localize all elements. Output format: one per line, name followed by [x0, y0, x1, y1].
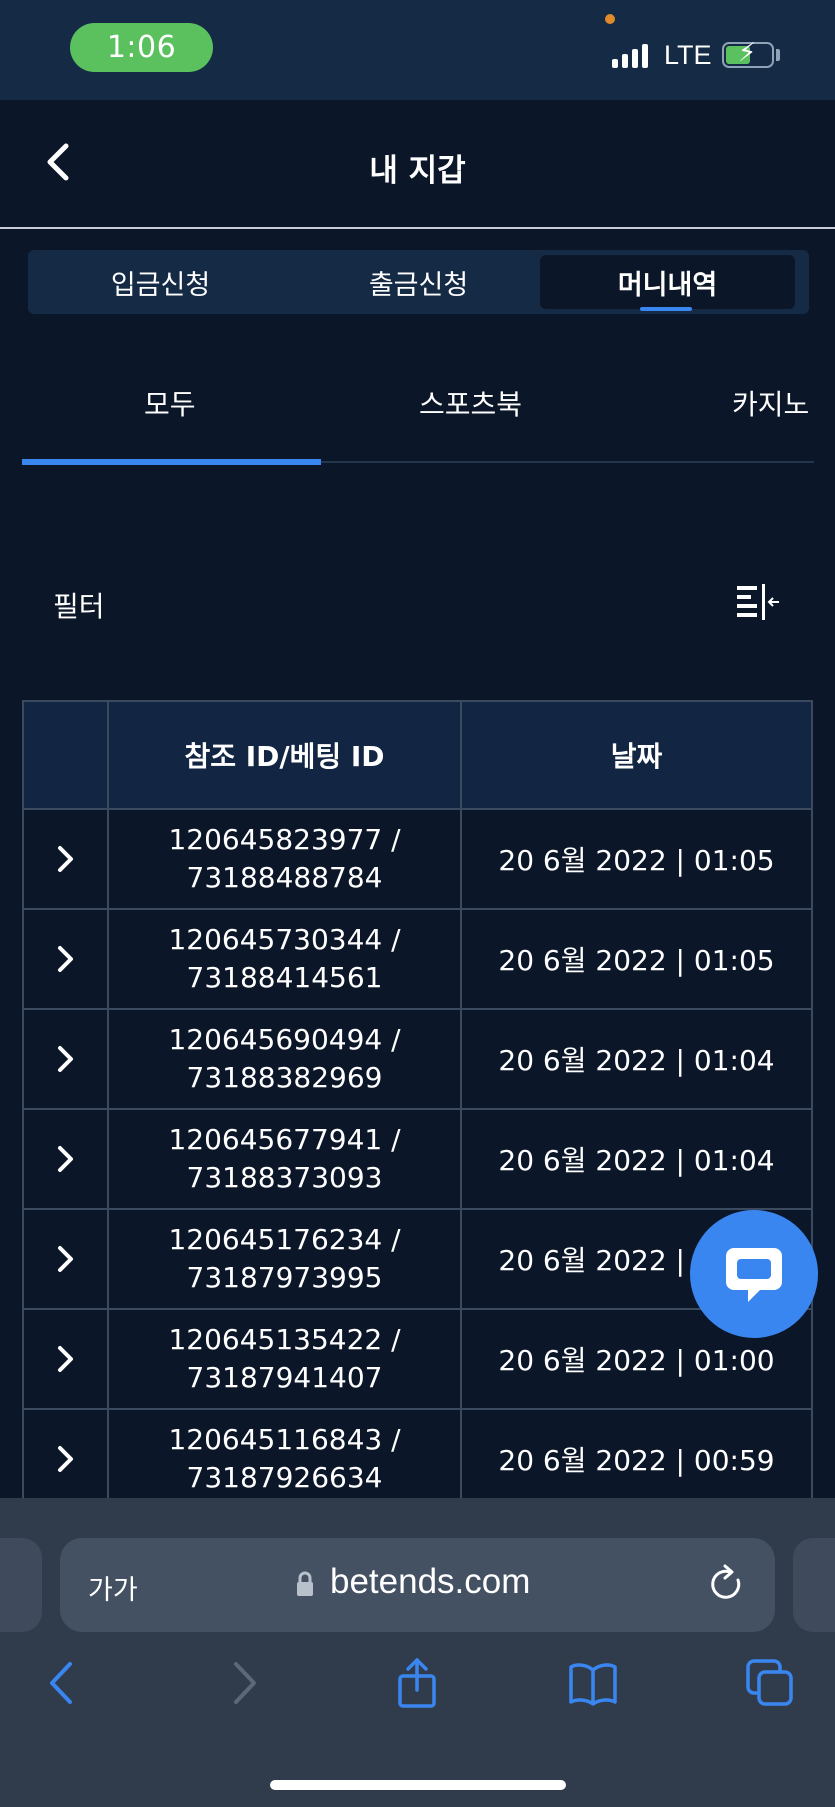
ref-id-cell: 120645135422 / 73187941407 [109, 1310, 462, 1408]
transactions-table: 참조 ID/베팅 ID 날짜 120645823977 / 7318848878… [22, 700, 813, 1500]
chevron-right-icon [57, 1246, 73, 1272]
expand-button[interactable] [24, 1310, 109, 1408]
filter-toggle-icon[interactable] [735, 582, 781, 622]
tab-label: 머니내역 [617, 269, 718, 301]
share-icon[interactable] [392, 1658, 442, 1708]
ref-id-cell: 120645823977 / 73188488784 [109, 810, 462, 908]
browser-back-icon[interactable] [38, 1658, 88, 1708]
wallet-tabs: 입금신청 출금신청 머니내역 [28, 250, 809, 314]
ref-id: 120645690494 / [168, 1023, 401, 1056]
ref-id-cell: 120645730344 / 73188414561 [109, 910, 462, 1008]
reload-icon[interactable] [708, 1564, 746, 1606]
browser-forward-icon[interactable] [218, 1658, 268, 1708]
table-row[interactable]: 120645135422 / 73187941407 20 6월 2022 | … [24, 1310, 811, 1410]
date-cell: 20 6월 2022 | 01:05 [498, 844, 775, 877]
table-row[interactable]: 120645730344 / 73188414561 20 6월 2022 | … [24, 910, 811, 1010]
page-title: 내 지갑 [369, 153, 466, 189]
header-divider [0, 227, 835, 229]
bookmarks-icon[interactable] [568, 1658, 618, 1708]
ref-id: 120645677941 / [168, 1123, 401, 1156]
ref-id: 120645823977 / [168, 823, 401, 856]
expand-button[interactable] [24, 1410, 109, 1500]
expand-button[interactable] [24, 1110, 109, 1208]
tab-label: 입금신청 [110, 269, 211, 301]
ref-id-cell: 120645176234 / 73187973995 [109, 1210, 462, 1308]
bet-id: 73187926634 [186, 1461, 383, 1494]
tab-withdraw[interactable]: 출금신청 [291, 255, 546, 309]
chevron-right-icon [57, 846, 73, 872]
url-text: betends.com [330, 1562, 531, 1601]
expand-button[interactable] [24, 910, 109, 1008]
active-tab-indicator [640, 307, 692, 311]
category-tabs: 모두 스포츠북 카지노 [22, 365, 814, 465]
tab-label: 출금신청 [368, 269, 469, 301]
browser-toolbar: 가가 betends.com [0, 1498, 835, 1807]
bet-id: 73187941407 [186, 1361, 383, 1394]
bet-id: 73188373093 [186, 1161, 383, 1194]
chevron-right-icon [57, 1146, 73, 1172]
subtab-all[interactable]: 모두 [144, 383, 196, 423]
table-header: 참조 ID/베팅 ID 날짜 [24, 702, 811, 810]
chevron-right-icon [57, 1346, 73, 1372]
table-row[interactable]: 120645677941 / 73188373093 20 6월 2022 | … [24, 1110, 811, 1210]
chevron-right-icon [57, 1446, 73, 1472]
table-row[interactable]: 120645823977 / 73188488784 20 6월 2022 | … [24, 810, 811, 910]
ref-id-cell: 120645677941 / 73188373093 [109, 1110, 462, 1208]
lock-icon [297, 1571, 313, 1596]
date-cell: 20 6월 2022 | 00:59 [498, 1444, 775, 1477]
network-label: LTE [664, 40, 712, 70]
expand-button[interactable] [24, 810, 109, 908]
tab-money-history[interactable]: 머니내역 [540, 255, 795, 311]
chevron-right-icon [57, 1046, 73, 1072]
table-row[interactable]: 120645116843 / 73187926634 20 6월 2022 | … [24, 1410, 811, 1500]
header-ref-id: 참조 ID/베팅 ID [109, 702, 462, 808]
recording-indicator [605, 14, 615, 24]
ref-id-cell: 120645690494 / 73188382969 [109, 1010, 462, 1108]
date-cell: 20 6월 2022 | 01:04 [498, 1044, 775, 1077]
ref-id: 120645730344 / [168, 923, 401, 956]
subtab-casino[interactable]: 카지노 [732, 383, 809, 423]
date-cell: 20 6월 2022 | 01:04 [498, 1144, 775, 1177]
text-size-button[interactable]: 가가 [88, 1568, 138, 1607]
table-row[interactable]: 120645690494 / 73188382969 20 6월 2022 | … [24, 1010, 811, 1110]
active-subtab-indicator [22, 459, 321, 465]
next-tab-preview[interactable] [793, 1538, 835, 1632]
header-date: 날짜 [610, 740, 663, 773]
bet-id: 73187973995 [186, 1261, 383, 1294]
status-bar: 1:06 LTE ⚡ [0, 0, 835, 100]
tab-deposit[interactable]: 입금신청 [33, 255, 288, 309]
live-chat-button[interactable] [690, 1210, 818, 1338]
bet-id: 73188414561 [186, 961, 383, 994]
status-time: 1:06 [70, 23, 213, 72]
header-expand [24, 702, 109, 808]
signal-icon [612, 44, 648, 68]
battery-tip [776, 49, 780, 61]
battery-icon: ⚡ [722, 40, 774, 68]
ref-id: 120645116843 / [168, 1423, 401, 1456]
chevron-right-icon [57, 946, 73, 972]
expand-button[interactable] [24, 1210, 109, 1308]
filter-label: 필터 [53, 590, 105, 623]
bet-id: 73188488784 [186, 861, 383, 894]
date-cell: 20 6월 2022 | 01:05 [498, 944, 775, 977]
address-bar[interactable]: 가가 betends.com [60, 1538, 775, 1632]
ref-id: 120645135422 / [168, 1323, 401, 1356]
previous-tab-preview[interactable] [0, 1538, 42, 1632]
expand-button[interactable] [24, 1010, 109, 1108]
ref-id: 120645176234 / [168, 1223, 401, 1256]
app-header: 내 지갑 [0, 100, 835, 228]
tabs-icon[interactable] [745, 1658, 795, 1708]
chat-bubble-icon [726, 1248, 782, 1302]
home-indicator [270, 1780, 566, 1790]
ref-id-cell: 120645116843 / 73187926634 [109, 1410, 462, 1500]
subtab-sportsbook[interactable]: 스포츠북 [419, 383, 522, 423]
bet-id: 73188382969 [186, 1061, 383, 1094]
